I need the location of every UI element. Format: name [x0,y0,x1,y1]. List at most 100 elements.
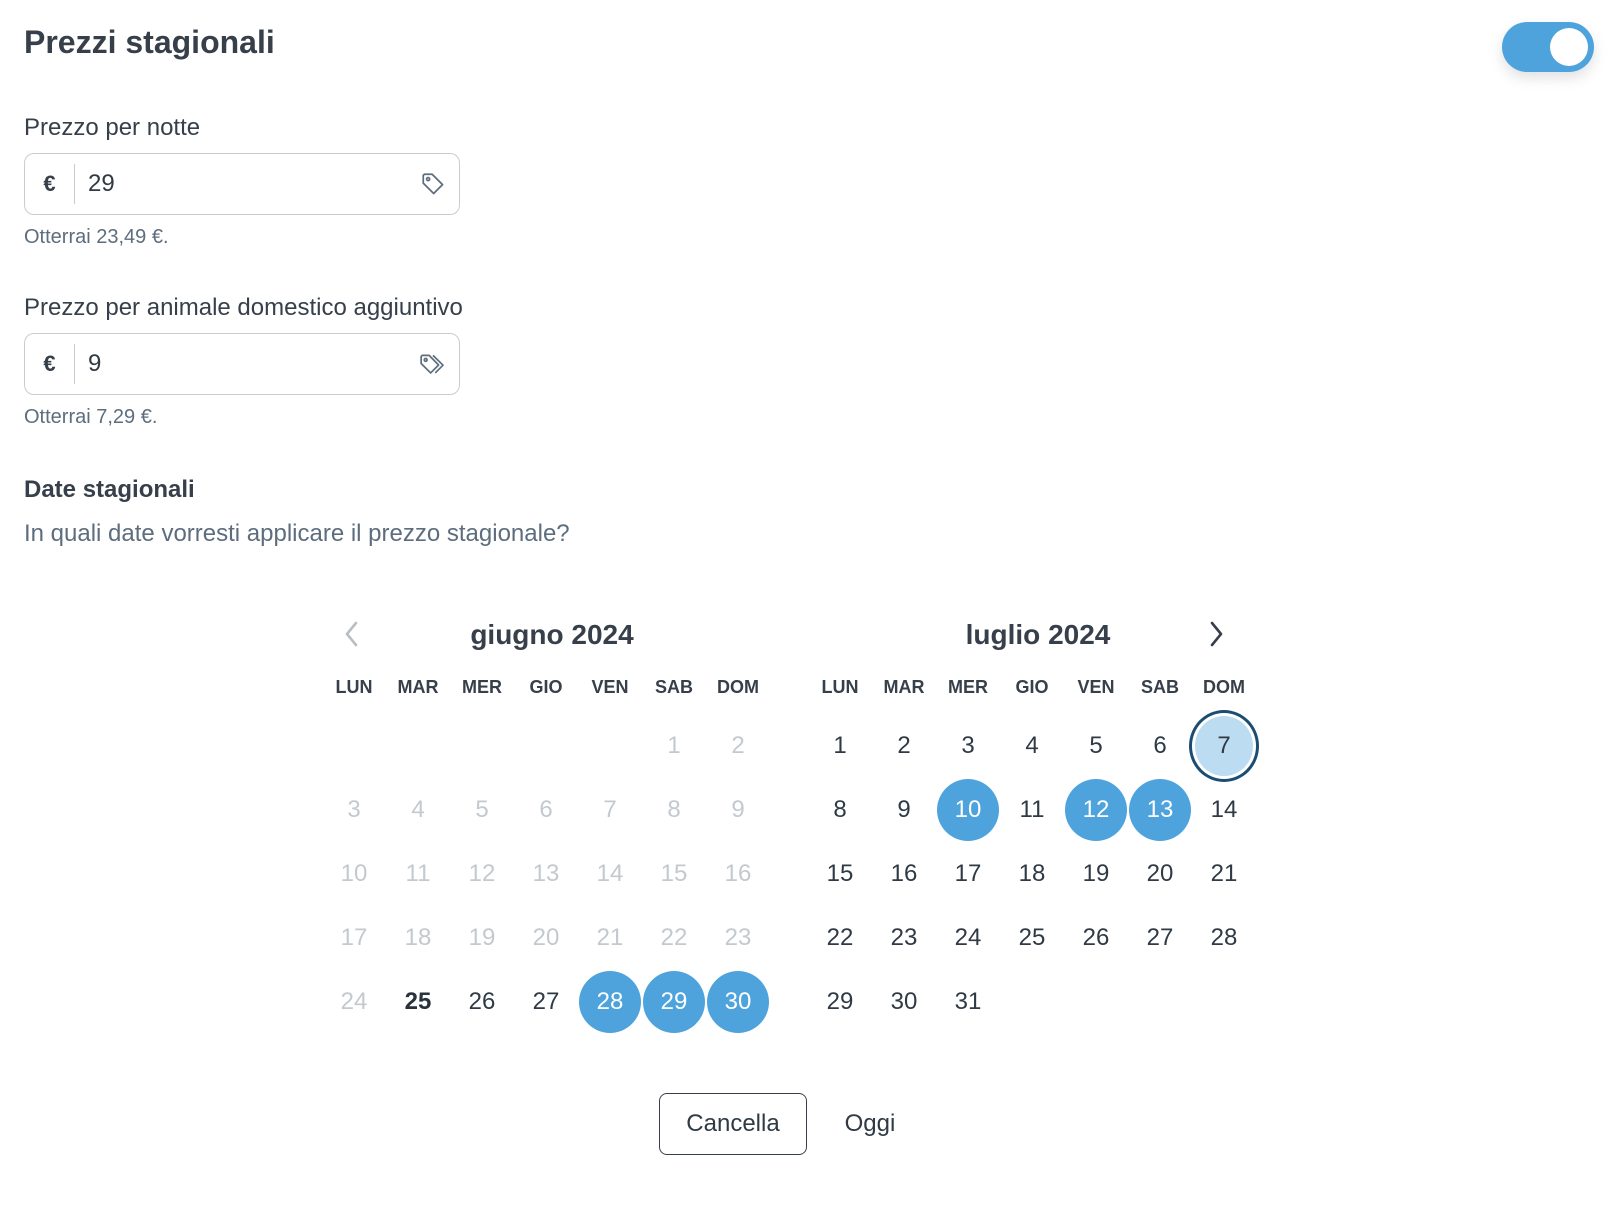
price-night-input[interactable]: € 29 [24,153,460,215]
weekday-label: DOM [1203,677,1245,697]
weekday-label: MER [948,677,988,697]
day-number: 9 [731,796,745,823]
day-number: 16 [890,860,918,887]
price-pet-value[interactable]: 9 [75,350,407,378]
calendar-day[interactable]: 17 [936,842,1000,906]
calendar-day[interactable]: 30 [872,970,936,1034]
empty-day-cell [386,714,450,778]
weekday-label: VEN [1077,677,1115,697]
calendar-day[interactable]: 16 [872,842,936,906]
day-number: 21 [1210,860,1238,887]
calendar-day: 22 [642,906,706,970]
day-number: 25 [404,988,432,1015]
day-number: 6 [539,796,553,823]
calendar-day: 10 [322,842,386,906]
weekday-label: MAR [397,677,439,697]
day-number: 1 [833,732,847,759]
calendar-day: 16 [706,842,770,906]
day-number: 26 [1082,924,1110,951]
calendar-day[interactable]: 19 [1064,842,1128,906]
calendar-day[interactable]: 31 [936,970,1000,1034]
calendar-day[interactable]: 10 [936,778,1000,842]
calendar-day: 20 [514,906,578,970]
calendar-day[interactable]: 6 [1128,714,1192,778]
day-number: 5 [475,796,489,823]
calendar-day[interactable]: 8 [808,778,872,842]
calendar-day[interactable]: 5 [1064,714,1128,778]
weekday-label: LUN [335,677,373,697]
calendar-day: 5 [450,778,514,842]
calendar-day[interactable]: 26 [450,970,514,1034]
day-number: 11 [1019,796,1045,823]
day-number: 2 [897,732,911,759]
weekday-row: LUN MAR MER GIO VEN SAB DOM [808,674,1268,700]
calendar-day[interactable]: 29 [808,970,872,1034]
calendar-day[interactable]: 7 [1192,713,1256,779]
calendar-day[interactable]: 2 [872,714,936,778]
calendar-day[interactable]: 14 [1192,778,1256,842]
price-pet-hint: Otterrai 7,29 €. [24,406,158,428]
page-title: Prezzi stagionali [24,24,275,60]
calendar-day[interactable]: 22 [808,906,872,970]
day-number: 20 [532,924,560,951]
tags-icon [407,333,459,395]
day-number: 8 [667,796,681,823]
price-pet-input[interactable]: € 9 [24,333,460,395]
calendar-day[interactable]: 30 [706,970,770,1034]
calendar-day[interactable]: 26 [1064,906,1128,970]
month-july: luglio 2024 LUN MAR MER GIO VEN SAB DOM … [808,610,1268,1034]
calendar-day[interactable]: 18 [1000,842,1064,906]
weekday-label: GIO [1015,677,1049,697]
day-number: 23 [724,924,752,951]
calendar-day[interactable]: 27 [514,970,578,1034]
calendar-day[interactable]: 21 [1192,842,1256,906]
weekday-label: MER [462,677,502,697]
calendar-day[interactable]: 1 [808,714,872,778]
cancel-button[interactable]: Cancella [659,1093,807,1155]
calendar-day[interactable]: 25 [386,970,450,1034]
calendar-day: 1 [642,714,706,778]
weekday-row: LUN MAR MER GIO VEN SAB DOM [322,674,782,700]
calendar-day[interactable]: 20 [1128,842,1192,906]
calendar-day: 15 [642,842,706,906]
day-number: 30 [890,988,918,1015]
calendar-day[interactable]: 29 [642,970,706,1034]
weekday-label: SAB [654,677,693,697]
empty-day-cell [578,714,642,778]
calendar-day[interactable]: 11 [1000,778,1064,842]
calendar-day[interactable]: 13 [1128,778,1192,842]
calendar-day[interactable]: 24 [936,906,1000,970]
calendar-day: 9 [706,778,770,842]
day-number: 8 [833,796,847,823]
empty-day-cell [322,714,386,778]
calendar-day[interactable]: 9 [872,778,936,842]
day-number: 29 [826,988,854,1015]
calendar-day[interactable]: 4 [1000,714,1064,778]
day-number: 4 [411,796,425,823]
weekday-label: VEN [591,677,629,697]
seasonal-dates-subtitle: In quali date vorresti applicare il prez… [24,520,570,547]
calendar-day: 24 [322,970,386,1034]
day-number: 12 [1065,779,1127,841]
today-button[interactable]: Oggi [822,1093,918,1155]
day-number: 26 [468,988,496,1015]
day-number: 18 [1018,860,1046,887]
weekday-label: DOM [717,677,759,697]
day-number: 24 [340,988,368,1015]
calendar-day[interactable]: 25 [1000,906,1064,970]
calendar-day[interactable]: 23 [872,906,936,970]
seasonal-pricing-toggle[interactable] [1502,22,1594,72]
currency-symbol: € [25,344,75,384]
calendar-day[interactable]: 28 [578,970,642,1034]
day-number: 14 [596,860,624,887]
calendar-day[interactable]: 12 [1064,778,1128,842]
calendar-day[interactable]: 3 [936,714,1000,778]
calendar-day[interactable]: 28 [1192,906,1256,970]
calendar-day: 17 [322,906,386,970]
calendar-day[interactable]: 15 [808,842,872,906]
price-night-value[interactable]: 29 [75,170,407,198]
calendar-day: 6 [514,778,578,842]
price-pet-label: Prezzo per animale domestico aggiuntivo [24,294,463,321]
currency-symbol: € [25,164,75,204]
calendar-day[interactable]: 27 [1128,906,1192,970]
